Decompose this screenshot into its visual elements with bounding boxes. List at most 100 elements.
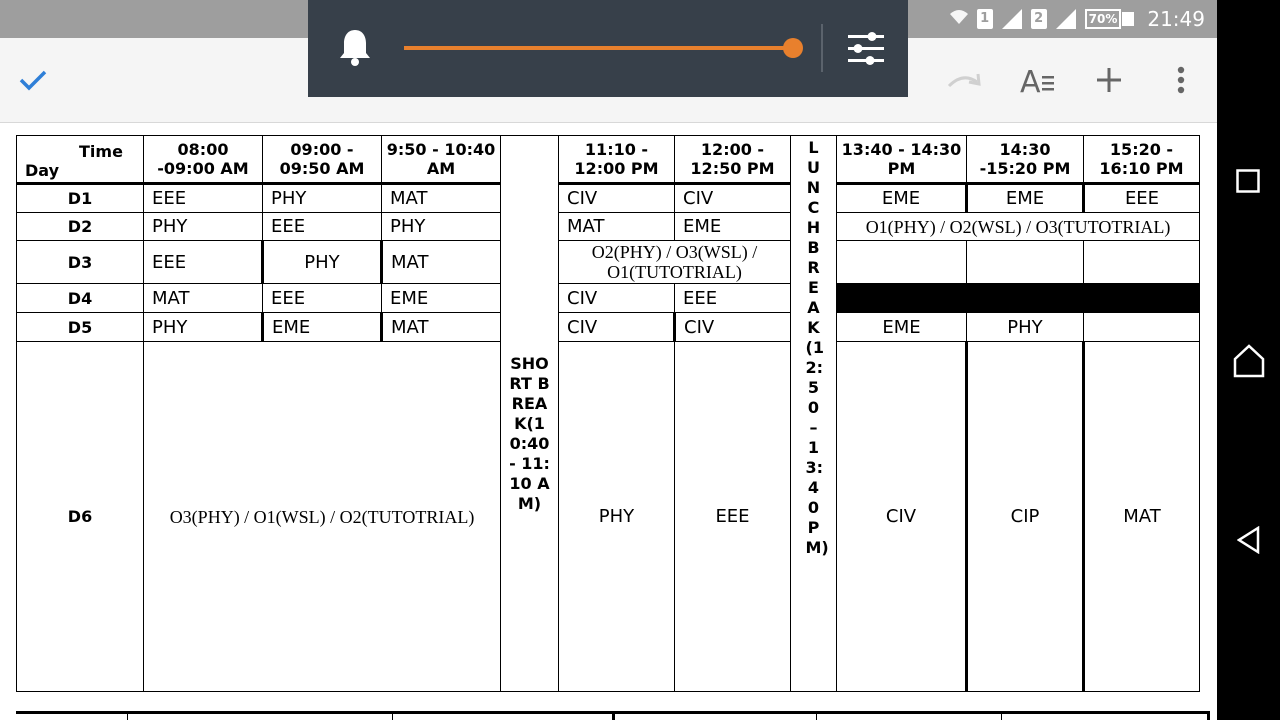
- merged-cell: O1(PHY) / O2(WSL) / O3(TUTOTRIAL): [836, 212, 1200, 241]
- table-cell: PHY: [261, 240, 382, 284]
- table-cell: CIV: [836, 341, 968, 692]
- status-icons: 1 2 70% 21:49: [949, 0, 1205, 38]
- signal-2-icon: [1055, 9, 1076, 29]
- header-p1: 08:00 -09:00 AM: [143, 135, 263, 185]
- filled-black-cell: [836, 283, 1200, 313]
- table-cell: PHY: [143, 212, 263, 241]
- table-cell: MAT: [1083, 341, 1200, 692]
- document-page[interactable]: Time Day 08:00 -09:00 AM 09:00 - 09:50 A…: [0, 124, 1217, 720]
- table-row: D4 MAT EEE EME CIV EEE: [16, 283, 1200, 313]
- header-p4: 11:10 - 12:00 PM: [558, 135, 675, 185]
- empty-cell: [1083, 240, 1200, 284]
- table-cell: MAT: [380, 240, 501, 284]
- header-p7: 14:30 -15:20 PM: [966, 135, 1084, 185]
- wifi-icon: [949, 9, 968, 29]
- header-p3: 9:50 - 10:40 AM: [381, 135, 501, 185]
- table-row: D2 PHY EEE PHY MAT EME O1(PHY) / O2(WSL)…: [16, 212, 1200, 241]
- corner-day-label: Day: [25, 161, 60, 180]
- table-cell: EME: [381, 283, 501, 313]
- recents-icon: [1236, 169, 1260, 193]
- empty-cell: [966, 240, 1084, 284]
- day-label: D5: [16, 312, 144, 342]
- day-label: D4: [16, 283, 144, 313]
- table-cell: EEE: [262, 283, 382, 313]
- bell-icon[interactable]: [338, 28, 372, 70]
- table-cell: EEE: [143, 183, 263, 213]
- table-cell: CIV: [558, 283, 675, 313]
- charging-icon: [1122, 12, 1135, 26]
- volume-slider-thumb[interactable]: [783, 38, 803, 58]
- table-cell: PHY: [262, 183, 382, 213]
- table-cell: MAT: [380, 312, 501, 342]
- table-row: D1 EEE PHY MAT CIV CIV EME EME EEE: [16, 183, 1200, 213]
- lunch-break-column: LUNCH BREAK(12:50 – 13:40PM): [790, 135, 837, 692]
- battery-icon: 70%: [1084, 9, 1122, 29]
- table-cell: EEE: [674, 283, 791, 313]
- clock: 21:49: [1147, 7, 1205, 31]
- document-screen: 1 2 70% 21:49 A Time Day 08:00 -09:00 AM…: [0, 0, 1217, 720]
- redo-icon[interactable]: [943, 38, 987, 122]
- table-cell: PHY: [558, 341, 675, 692]
- short-break-label: SHORT BREAK(10:40 - 11:10 AM): [509, 353, 550, 513]
- header-p6: 13:40 - 14:30 PM: [836, 135, 967, 185]
- home-icon: [1233, 344, 1265, 378]
- header-p5: 12:00 - 12:50 PM: [674, 135, 791, 185]
- table-cell: CIP: [966, 341, 1085, 692]
- home-button[interactable]: [1233, 344, 1265, 378]
- svg-text:A: A: [1020, 65, 1041, 96]
- sim2-badge: 2: [1030, 9, 1047, 29]
- table-row: D6 O3(PHY) / O1(WSL) / O2(TUTOTRIAL) PHY…: [16, 341, 1200, 692]
- table-cell: CIV: [674, 183, 791, 213]
- day-label: D2: [16, 212, 144, 241]
- table-cell: EEE: [262, 212, 382, 241]
- more-vert-icon[interactable]: [1159, 38, 1203, 122]
- short-break-column: SHORT BREAK(10:40 - 11:10 AM): [500, 135, 559, 692]
- corner-time-label: Time: [79, 142, 123, 161]
- signal-1-icon: [1001, 9, 1022, 29]
- table-cell: CIV: [673, 312, 791, 342]
- empty-cell: [836, 240, 967, 284]
- day-label: D6: [16, 341, 144, 692]
- table-row: D3 EEE PHY MAT O2(PHY) / O3(WSL) / O1(TU…: [16, 240, 1200, 284]
- tune-icon[interactable]: [846, 28, 886, 72]
- merged-cell: O3(PHY) / O1(WSL) / O2(TUTOTRIAL): [143, 341, 501, 692]
- table-cell: EME: [836, 183, 968, 213]
- back-button[interactable]: [1236, 525, 1261, 555]
- next-table-edge: [16, 711, 1210, 720]
- timetable: Time Day 08:00 -09:00 AM 09:00 - 09:50 A…: [16, 135, 1200, 692]
- check-icon[interactable]: [11, 38, 55, 122]
- table-cell: EME: [836, 312, 967, 342]
- recents-button[interactable]: [1236, 169, 1260, 193]
- merged-cell: O2(PHY) / O3(WSL) / O1(TUTOTRIAL): [558, 240, 791, 284]
- table-cell: EME: [966, 183, 1085, 213]
- day-label: D1: [16, 183, 144, 213]
- table-cell: EEE: [143, 240, 263, 284]
- empty-cell: [1083, 312, 1200, 342]
- table-cell: EEE: [1083, 183, 1200, 213]
- table-cell: MAT: [143, 283, 263, 313]
- header-p2: 09:00 - 09:50 AM: [262, 135, 382, 185]
- table-cell: MAT: [558, 212, 675, 241]
- table-cell: PHY: [966, 312, 1084, 342]
- text-format-icon[interactable]: A: [1016, 38, 1060, 122]
- table-cell: EME: [261, 312, 382, 342]
- table-cell: EME: [674, 212, 791, 241]
- table-cell: CIV: [558, 312, 675, 342]
- table-cell: EEE: [674, 341, 791, 692]
- lunch-break-label: LUNCH BREAK(12:50 – 13:40PM): [805, 138, 829, 557]
- table-row: D5 PHY EME MAT CIV CIV EME PHY: [16, 312, 1200, 342]
- sim1-badge: 1: [976, 9, 993, 29]
- table-cell: PHY: [381, 212, 501, 241]
- volume-panel: [308, 0, 908, 97]
- volume-slider[interactable]: [404, 38, 803, 58]
- table-cell: MAT: [381, 183, 501, 213]
- volume-slider-fill: [404, 46, 794, 50]
- divider: [821, 24, 823, 72]
- corner-header: Time Day: [16, 135, 144, 185]
- navigation-bar: [1217, 0, 1280, 720]
- day-label: D3: [16, 240, 144, 284]
- table-cell: CIV: [558, 183, 675, 213]
- back-icon: [1236, 525, 1260, 555]
- table-cell: PHY: [143, 312, 263, 342]
- add-icon[interactable]: [1087, 38, 1131, 122]
